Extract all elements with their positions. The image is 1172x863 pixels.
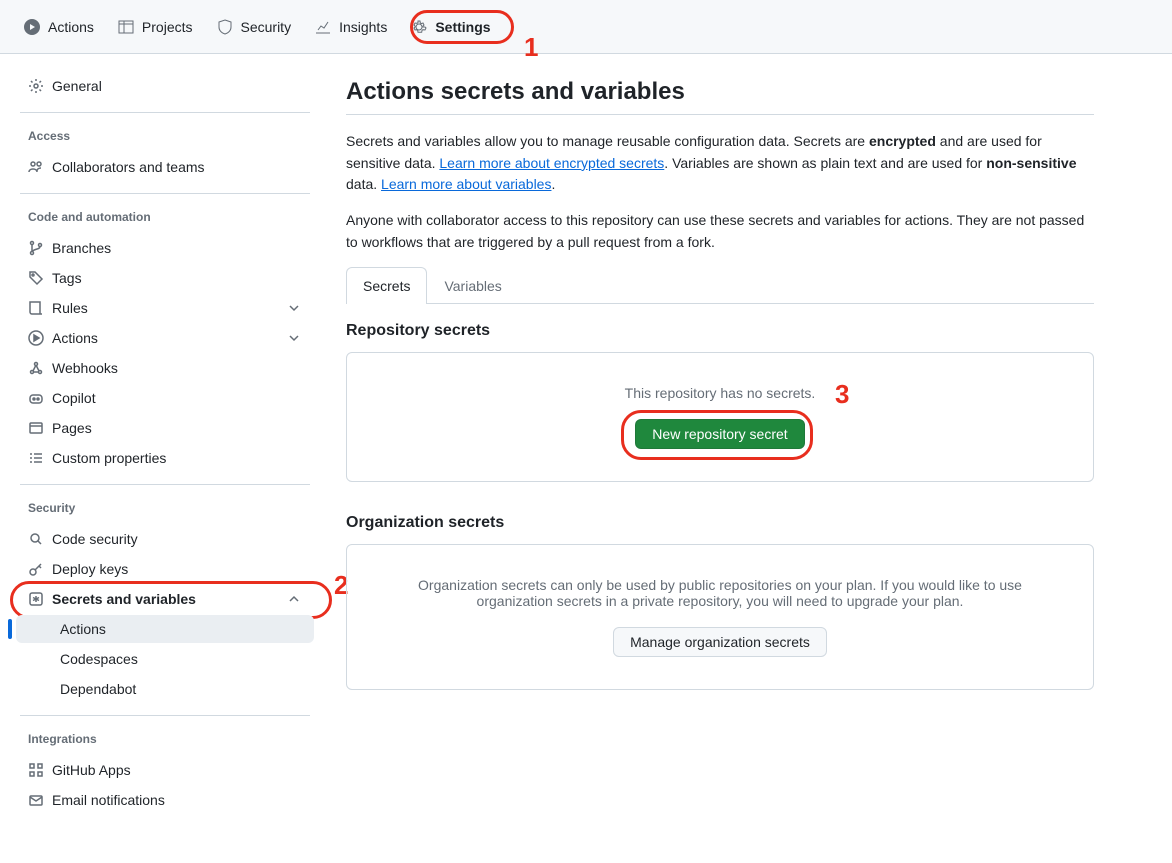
sidebar-item-secrets-variables[interactable]: Secrets and variables xyxy=(16,585,314,613)
asterisk-icon xyxy=(28,591,44,607)
sidebar-section-integrations: Integrations xyxy=(8,724,322,754)
key-icon xyxy=(28,561,44,577)
sidebar-secrets-variables-label: Secrets and variables xyxy=(52,591,196,607)
main-content: Actions secrets and variables Secrets an… xyxy=(330,54,1150,832)
sidebar-item-rules[interactable]: Rules xyxy=(16,294,314,322)
sidebar-item-general[interactable]: General xyxy=(16,72,314,100)
apps-icon xyxy=(28,762,44,778)
divider xyxy=(20,484,310,485)
list-icon xyxy=(28,450,44,466)
sidebar-item-webhooks[interactable]: Webhooks xyxy=(16,354,314,382)
repo-secrets-heading: Repository secrets xyxy=(346,322,1094,340)
sidebar-section-code: Code and automation xyxy=(8,202,322,232)
nav-actions-label: Actions xyxy=(48,19,94,35)
link-encrypted-secrets[interactable]: Learn more about encrypted secrets xyxy=(439,155,664,171)
org-secrets-heading: Organization secrets xyxy=(346,514,1094,532)
gear-icon xyxy=(411,19,427,35)
description-2: Anyone with collaborator access to this … xyxy=(346,210,1094,253)
sidebar-item-actions[interactable]: Actions xyxy=(16,324,314,352)
browser-icon xyxy=(28,420,44,436)
play-circle-icon xyxy=(28,330,44,346)
title-divider xyxy=(346,114,1094,115)
sidebar-item-branches[interactable]: Branches xyxy=(16,234,314,262)
sidebar-item-copilot[interactable]: Copilot xyxy=(16,384,314,412)
sidebar-collaborators-label: Collaborators and teams xyxy=(52,159,205,175)
sidebar-pages-label: Pages xyxy=(52,420,92,436)
chevron-down-icon xyxy=(286,330,302,346)
sidebar-rules-label: Rules xyxy=(52,300,88,316)
link-variables[interactable]: Learn more about variables xyxy=(381,176,551,192)
sidebar-code-security-label: Code security xyxy=(52,531,138,547)
sidebar-item-deploy-keys[interactable]: Deploy keys xyxy=(16,555,314,583)
org-secrets-panel: Organization secrets can only be used by… xyxy=(346,544,1094,690)
top-nav: Actions Projects Security Insights Setti… xyxy=(0,0,1172,54)
sidebar-item-github-apps[interactable]: GitHub Apps xyxy=(16,756,314,784)
sidebar-tags-label: Tags xyxy=(52,270,82,286)
mail-icon xyxy=(28,792,44,808)
page-title: Actions secrets and variables xyxy=(346,78,1094,106)
new-repository-secret-button[interactable]: New repository secret xyxy=(635,419,804,449)
shield-icon xyxy=(217,19,233,35)
sidebar-webhooks-label: Webhooks xyxy=(52,360,118,376)
nav-settings[interactable]: Settings xyxy=(403,13,498,41)
sidebar-custom-properties-label: Custom properties xyxy=(52,450,166,466)
copilot-icon xyxy=(28,390,44,406)
nav-actions[interactable]: Actions xyxy=(16,13,102,41)
table-icon xyxy=(118,19,134,35)
org-secrets-message: Organization secrets can only be used by… xyxy=(400,577,1040,609)
sidebar: General Access Collaborators and teams C… xyxy=(0,54,330,832)
divider xyxy=(20,193,310,194)
manage-organization-secrets-button[interactable]: Manage organization secrets xyxy=(613,627,827,657)
nav-security[interactable]: Security xyxy=(209,13,300,41)
sidebar-item-tags[interactable]: Tags xyxy=(16,264,314,292)
chevron-up-icon xyxy=(286,591,302,607)
branch-icon xyxy=(28,240,44,256)
nav-insights-label: Insights xyxy=(339,19,387,35)
tab-secrets[interactable]: Secrets xyxy=(346,267,427,304)
nav-security-label: Security xyxy=(241,19,292,35)
shield-search-icon xyxy=(28,531,44,547)
sidebar-deploy-keys-label: Deploy keys xyxy=(52,561,128,577)
people-icon xyxy=(28,159,44,175)
sidebar-sub-actions[interactable]: Actions xyxy=(16,615,314,643)
description-1: Secrets and variables allow you to manag… xyxy=(346,131,1094,196)
sidebar-sub-dependabot[interactable]: Dependabot xyxy=(16,675,314,703)
divider xyxy=(20,112,310,113)
sidebar-item-collaborators[interactable]: Collaborators and teams xyxy=(16,153,314,181)
nav-projects-label: Projects xyxy=(142,19,193,35)
no-secrets-message: This repository has no secrets. xyxy=(371,385,1069,401)
tab-variables[interactable]: Variables xyxy=(427,267,518,304)
gear-icon xyxy=(28,78,44,94)
divider xyxy=(20,715,310,716)
nav-settings-label: Settings xyxy=(435,19,490,35)
sidebar-actions-label: Actions xyxy=(52,330,98,346)
sidebar-general-label: General xyxy=(52,78,102,94)
tabs: Secrets Variables xyxy=(346,267,1094,304)
sidebar-github-apps-label: GitHub Apps xyxy=(52,762,131,778)
book-icon xyxy=(28,300,44,316)
sidebar-item-email-notifications[interactable]: Email notifications xyxy=(16,786,314,814)
sidebar-section-security: Security xyxy=(8,493,322,523)
chevron-down-icon xyxy=(286,300,302,316)
nav-projects[interactable]: Projects xyxy=(110,13,201,41)
sidebar-section-access: Access xyxy=(8,121,322,151)
sidebar-copilot-label: Copilot xyxy=(52,390,96,406)
sidebar-sub-codespaces[interactable]: Codespaces xyxy=(16,645,314,673)
sidebar-item-code-security[interactable]: Code security xyxy=(16,525,314,553)
sidebar-branches-label: Branches xyxy=(52,240,111,256)
graph-icon xyxy=(315,19,331,35)
sidebar-item-custom-properties[interactable]: Custom properties xyxy=(16,444,314,472)
sidebar-email-notifications-label: Email notifications xyxy=(52,792,165,808)
sidebar-item-pages[interactable]: Pages xyxy=(16,414,314,442)
repo-secrets-panel: This repository has no secrets. New repo… xyxy=(346,352,1094,482)
tag-icon xyxy=(28,270,44,286)
play-icon xyxy=(24,19,40,35)
webhook-icon xyxy=(28,360,44,376)
nav-insights[interactable]: Insights xyxy=(307,13,395,41)
